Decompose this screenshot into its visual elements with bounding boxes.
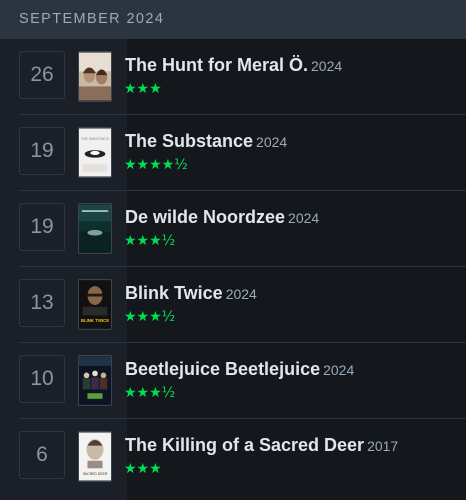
film-title[interactable]: The Killing of a Sacred Deer (125, 435, 364, 455)
day-number[interactable]: 19 (19, 127, 65, 175)
poster-caption: SACRED DEER (83, 472, 108, 476)
day-number[interactable]: 10 (19, 355, 65, 403)
diary-entry[interactable]: 19 THE SUBSTANCE The Substance 2024 ★★★★½ (0, 115, 466, 191)
film-title[interactable]: Blink Twice (125, 283, 223, 303)
film-year[interactable]: 2024 (226, 286, 257, 302)
poster-blink-twice: BLINK TWICE (79, 280, 111, 329)
film-title[interactable]: Beetlejuice Beetlejuice (125, 359, 320, 379)
star-rating: ★★★½ (124, 309, 176, 325)
month-header: SEPTEMBER 2024 (0, 0, 466, 39)
star-rating: ★★★½ (124, 233, 176, 249)
month-label: SEPTEMBER 2024 (19, 11, 165, 27)
film-poster[interactable] (78, 51, 112, 102)
film-title[interactable]: De wilde Noordzee (125, 207, 285, 227)
film-poster[interactable]: THE SUBSTANCE (78, 127, 112, 178)
day-number[interactable]: 26 (19, 51, 65, 99)
film-poster[interactable]: SACRED DEER (78, 431, 112, 482)
diary-entry[interactable]: 6 SACRED DEER The Killing of a Sacred De… (0, 419, 466, 495)
star-rating: ★★★½ (124, 385, 176, 401)
poster-hunt-for-meral (79, 52, 111, 101)
day-number[interactable]: 13 (19, 279, 65, 327)
star-rating: ★★★ (124, 81, 162, 97)
poster-sacred-deer: SACRED DEER (79, 432, 111, 481)
star-rating: ★★★★½ (124, 157, 188, 173)
film-year[interactable]: 2024 (311, 58, 342, 74)
diary-entry[interactable]: 13 BLINK TWICE Blink Twice 2024 ★★★½ (0, 267, 466, 343)
film-poster[interactable] (78, 355, 112, 406)
poster-beetlejuice (79, 356, 111, 405)
film-poster[interactable] (78, 203, 112, 254)
star-rating: ★★★ (124, 461, 162, 477)
poster-the-substance: THE SUBSTANCE (79, 128, 111, 177)
film-year[interactable]: 2017 (367, 438, 398, 454)
film-year[interactable]: 2024 (323, 362, 354, 378)
diary-entry[interactable]: 19 De wilde Noordzee 2024 ★★★½ (0, 191, 466, 267)
day-number[interactable]: 19 (19, 203, 65, 251)
film-year[interactable]: 2024 (288, 210, 319, 226)
poster-caption: BLINK TWICE (81, 318, 109, 323)
diary-entry[interactable]: 10 Beetlejuice Beetlejuice 2024 ★★★½ (0, 343, 466, 419)
diary-entry[interactable]: 26 The Hunt for Meral Ö. 2024 ★★★ (0, 39, 466, 115)
film-title[interactable]: The Substance (125, 131, 253, 151)
film-title[interactable]: The Hunt for Meral Ö. (125, 55, 308, 75)
poster-de-wilde-noordzee (79, 204, 111, 253)
day-number[interactable]: 6 (19, 431, 65, 479)
film-year[interactable]: 2024 (256, 134, 287, 150)
film-poster[interactable]: BLINK TWICE (78, 279, 112, 330)
poster-caption: THE SUBSTANCE (81, 137, 110, 141)
